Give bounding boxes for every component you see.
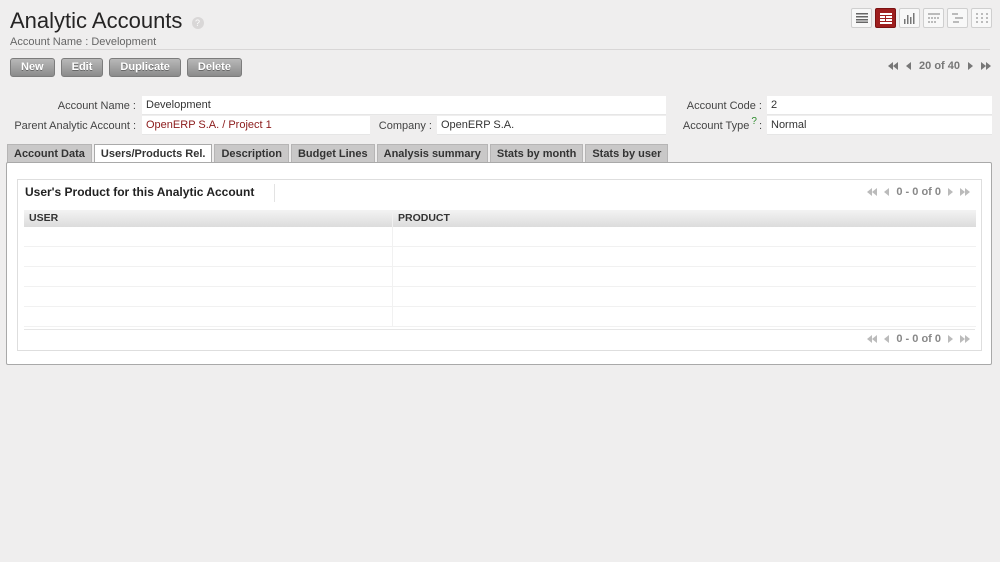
tab-panel: User's Product for this Analytic Account… xyxy=(6,162,992,365)
tab-stats-by-month[interactable]: Stats by month xyxy=(489,144,584,163)
list-pager-status: 0 - 0 of 0 xyxy=(896,333,941,345)
tab-account-data[interactable]: Account Data xyxy=(7,144,92,163)
account-type-label-wrap: Account Type?: xyxy=(683,116,762,137)
account-code-field[interactable]: 2 xyxy=(767,96,992,115)
account-name-label: Account Name : xyxy=(57,100,136,112)
form-row-2: Parent Analytic Account : OpenERP S.A. /… xyxy=(8,116,992,136)
list-view-icon[interactable] xyxy=(851,8,872,28)
breadcrumb: Account Name : Development xyxy=(10,36,157,48)
kanban-view-icon[interactable] xyxy=(971,8,992,28)
page-header: Analytic Accounts ? Account Name : Devel… xyxy=(10,8,204,48)
account-code-label: Account Code : xyxy=(686,100,762,112)
header-divider xyxy=(10,49,990,50)
previous-page-icon[interactable] xyxy=(881,333,893,345)
first-page-icon[interactable] xyxy=(866,186,878,198)
calendar-view-icon[interactable] xyxy=(923,8,944,28)
account-type-help-icon[interactable]: ? xyxy=(751,116,757,127)
tab-stats-by-user[interactable]: Stats by user xyxy=(585,144,669,163)
delete-button[interactable]: Delete xyxy=(186,58,242,77)
gantt-view-icon[interactable] xyxy=(947,8,968,28)
edit-button[interactable]: Edit xyxy=(60,58,104,77)
parent-account-label: Parent Analytic Account : xyxy=(14,120,136,132)
list-pager-top: 0 - 0 of 0 xyxy=(866,186,971,198)
form-view-icon[interactable] xyxy=(875,8,896,28)
new-button[interactable]: New xyxy=(10,58,55,77)
record-pager: 20 of 40 xyxy=(887,60,992,72)
column-header-product[interactable]: PRODUCT xyxy=(393,210,976,227)
account-name-field[interactable]: Development xyxy=(142,96,666,115)
list-pager-status: 0 - 0 of 0 xyxy=(896,186,941,198)
graph-view-icon[interactable] xyxy=(899,8,920,28)
last-page-icon[interactable] xyxy=(959,186,971,198)
view-switcher xyxy=(851,8,992,28)
account-type-colon: : xyxy=(758,120,762,132)
table-row xyxy=(24,227,976,247)
duplicate-button[interactable]: Duplicate xyxy=(109,58,181,77)
pager-status: 20 of 40 xyxy=(919,60,960,72)
table-row xyxy=(24,307,976,327)
table-row xyxy=(24,247,976,267)
next-page-icon[interactable] xyxy=(944,333,956,345)
first-record-icon[interactable] xyxy=(887,60,899,72)
next-page-icon[interactable] xyxy=(944,186,956,198)
tab-users-products-rel[interactable]: Users/Products Rel. xyxy=(93,144,213,164)
tab-analysis-summary[interactable]: Analysis summary xyxy=(376,144,488,163)
page-title: Analytic Accounts xyxy=(10,8,183,33)
help-icon[interactable]: ? xyxy=(191,17,204,30)
form-row-1: Account Name : Development Account Code … xyxy=(8,96,992,116)
account-type-label: Account Type xyxy=(682,120,750,132)
notebook-tabs: Account Data Users/Products Rel. Descrip… xyxy=(7,144,669,164)
last-record-icon[interactable] xyxy=(980,60,992,72)
last-page-icon[interactable] xyxy=(959,333,971,345)
column-header-user[interactable]: USER xyxy=(24,210,393,227)
list-grid: USER PRODUCT xyxy=(24,210,976,327)
company-label: Company : xyxy=(378,120,432,132)
list-pager-bottom: 0 - 0 of 0 xyxy=(866,333,971,345)
list-footer-divider xyxy=(24,329,975,330)
title-divider xyxy=(274,184,275,202)
tab-budget-lines[interactable]: Budget Lines xyxy=(290,144,375,163)
account-type-field[interactable]: Normal xyxy=(767,116,992,135)
grid-header: USER PRODUCT xyxy=(24,210,976,227)
first-page-icon[interactable] xyxy=(866,333,878,345)
one2many-list: User's Product for this Analytic Account… xyxy=(17,179,982,351)
table-row xyxy=(24,287,976,307)
company-field[interactable]: OpenERP S.A. xyxy=(437,116,666,135)
action-bar: New Edit Duplicate Delete xyxy=(10,58,242,77)
previous-page-icon[interactable] xyxy=(881,186,893,198)
parent-account-field[interactable]: OpenERP S.A. / Project 1 xyxy=(142,116,370,135)
table-row xyxy=(24,267,976,287)
previous-record-icon[interactable] xyxy=(903,60,915,72)
next-record-icon[interactable] xyxy=(964,60,976,72)
list-title: User's Product for this Analytic Account xyxy=(25,185,255,199)
tab-description[interactable]: Description xyxy=(214,144,289,163)
